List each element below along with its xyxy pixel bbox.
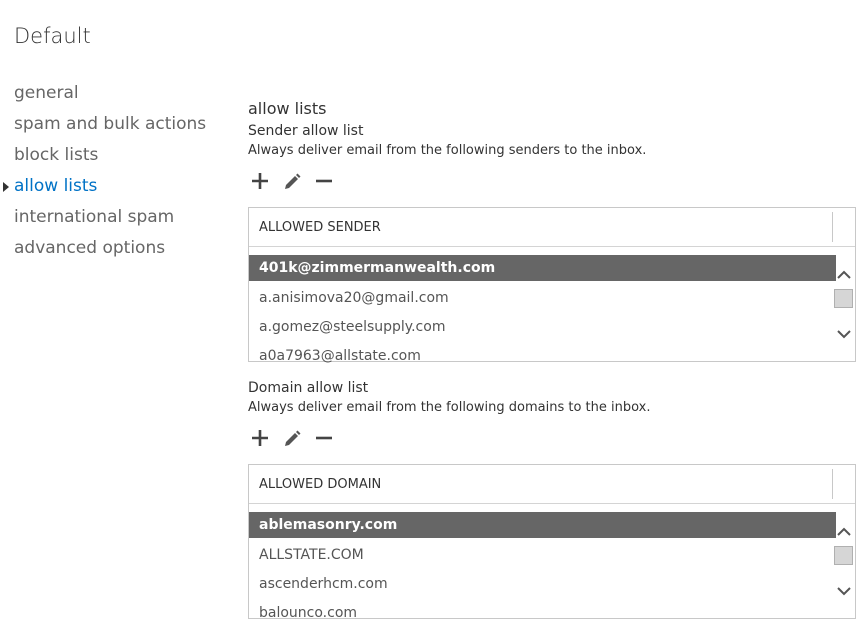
sender-column-header[interactable]: ALLOWED SENDER [249,208,855,247]
sender-toolbar [248,169,858,193]
remove-domain-button[interactable] [312,426,336,450]
sender-allow-list-label: Sender allow list [248,123,364,139]
chevron-up-icon [837,270,851,279]
nav-item-general[interactable]: general [14,82,206,113]
chevron-down-icon [837,586,851,595]
domain-allow-list-description: Always deliver email from the following … [248,400,651,415]
edit-sender-button[interactable] [280,169,304,193]
scroll-down-button[interactable] [835,326,853,342]
domain-column-header[interactable]: ALLOWED DOMAIN [249,465,855,504]
sender-scrollbar[interactable] [833,264,855,344]
domain-row[interactable]: balounco.com [249,599,836,621]
domain-row[interactable]: ALLSTATE.COM [249,541,836,570]
minus-icon [316,179,332,183]
page-title: Default [14,24,91,48]
nav-item-block-lists[interactable]: block lists [14,144,206,175]
nav-item-allow-lists[interactable]: allow lists [3,175,206,206]
sender-row[interactable]: 401k@zimmermanwealth.com [249,255,836,281]
column-header-label: ALLOWED DOMAIN [259,477,382,492]
sender-list-grid: ALLOWED SENDER 401k@zimmermanwealth.com … [248,207,856,364]
add-sender-button[interactable] [248,169,272,193]
domain-row[interactable]: ascenderhcm.com [249,570,836,599]
main-content: allow lists Sender allow list Always del… [248,96,858,621]
pencil-icon [285,173,301,189]
nav-item-advanced-options[interactable]: advanced options [14,237,206,268]
add-domain-button[interactable] [248,426,272,450]
scroll-thumb[interactable] [834,546,853,565]
sender-row[interactable]: a.gomez@steelsupply.com [249,313,836,342]
scroll-thumb[interactable] [834,289,853,308]
domain-row[interactable]: ablemasonry.com [249,512,836,538]
plus-icon [252,173,268,189]
nav-item-spam-and-bulk-actions[interactable]: spam and bulk actions [14,113,206,144]
selected-arrow-icon [3,182,9,192]
left-nav: general spam and bulk actions block list… [3,82,206,268]
section-title: allow lists [248,99,327,118]
pencil-icon [285,430,301,446]
sender-rows: 401k@zimmermanwealth.com a.anisimova20@g… [249,255,836,364]
remove-sender-button[interactable] [312,169,336,193]
nav-item-international-spam[interactable]: international spam [14,206,206,237]
chevron-down-icon [837,329,851,338]
nav-item-label: allow lists [14,176,98,196]
plus-icon [252,430,268,446]
column-divider [832,212,833,242]
sender-row[interactable]: a0a7963@allstate.com [249,342,836,364]
edit-domain-button[interactable] [280,426,304,450]
scroll-down-button[interactable] [835,583,853,599]
minus-icon [316,436,332,440]
domain-toolbar [248,426,858,450]
sender-row[interactable]: a.anisimova20@gmail.com [249,284,836,313]
scroll-up-button[interactable] [835,523,853,539]
column-header-label: ALLOWED SENDER [259,220,381,235]
sender-allow-list-description: Always deliver email from the following … [248,143,647,158]
domain-allow-list-label: Domain allow list [248,380,369,396]
domain-list-grid: ALLOWED DOMAIN ablemasonry.com ALLSTATE.… [248,464,856,621]
column-divider [832,469,833,499]
domain-rows: ablemasonry.com ALLSTATE.COM ascenderhcm… [249,512,836,621]
domain-scrollbar[interactable] [833,521,855,601]
chevron-up-icon [837,527,851,536]
scroll-up-button[interactable] [835,266,853,282]
